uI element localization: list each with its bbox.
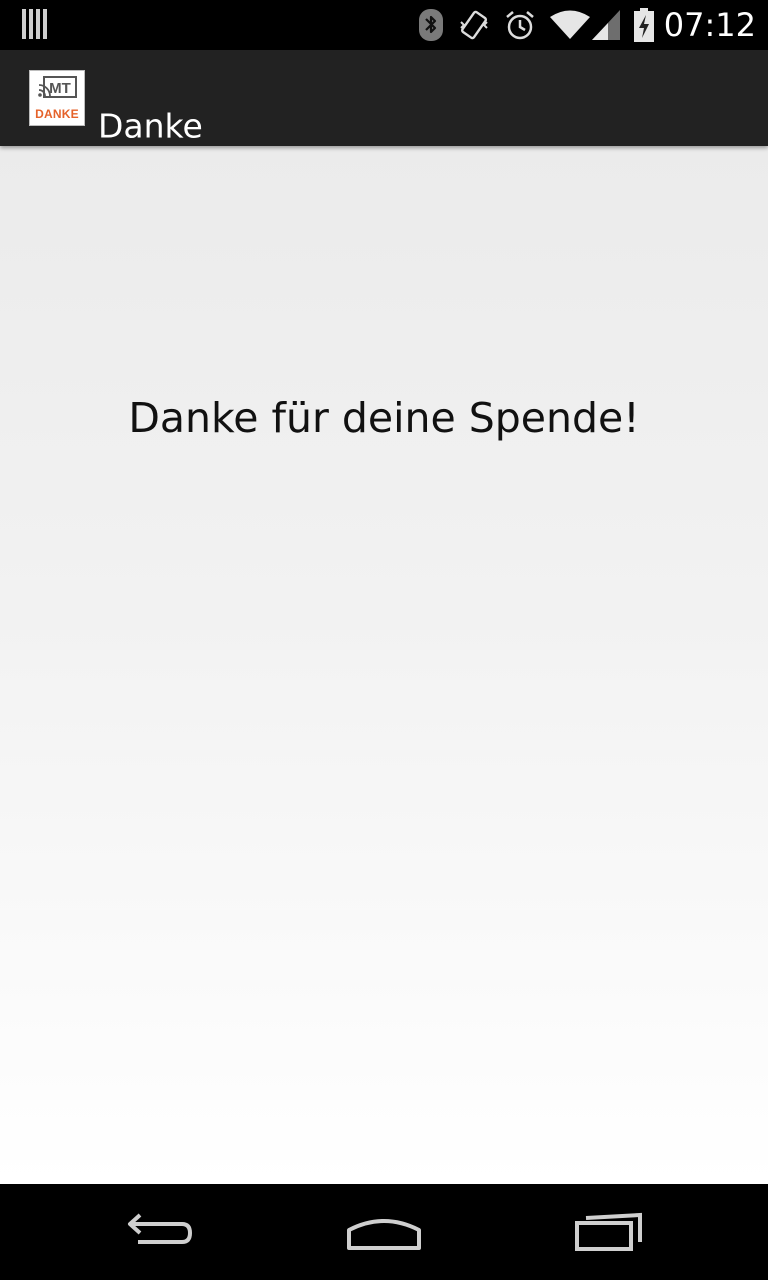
notification-bars-icon — [22, 9, 48, 41]
back-button[interactable] — [100, 1184, 220, 1280]
status-time: 07:12 — [663, 6, 756, 44]
main-content: Danke für deine Spende! — [0, 146, 768, 1184]
back-icon — [128, 1213, 193, 1244]
page-title: Danke — [98, 106, 203, 146]
home-icon — [347, 1219, 421, 1250]
thank-you-message: Danke für deine Spende! — [128, 394, 640, 442]
recent-apps-button[interactable] — [550, 1184, 670, 1280]
status-bar: 07:12 — [0, 0, 768, 50]
navigation-bar — [0, 1184, 768, 1280]
svg-text:MT: MT — [49, 80, 71, 97]
status-icons: 07:12 — [404, 0, 756, 50]
app-screen: 07:12 MT DANKE Danke Danke für deine Spe… — [0, 0, 768, 1280]
recent-apps-icon — [575, 1212, 642, 1251]
mt-danke-logo-icon[interactable]: MT DANKE — [29, 70, 85, 126]
signal-icon — [591, 10, 620, 40]
vibrate-icon — [458, 8, 490, 42]
bluetooth-icon — [418, 8, 444, 42]
mt-logo-icon: MT — [38, 76, 77, 98]
home-button[interactable] — [324, 1184, 444, 1280]
alarm-icon — [504, 9, 536, 41]
wifi-icon — [549, 10, 590, 40]
action-bar: MT DANKE Danke — [0, 50, 768, 146]
battery-charging-icon — [633, 8, 654, 42]
app-icon-label: DANKE — [35, 107, 79, 121]
